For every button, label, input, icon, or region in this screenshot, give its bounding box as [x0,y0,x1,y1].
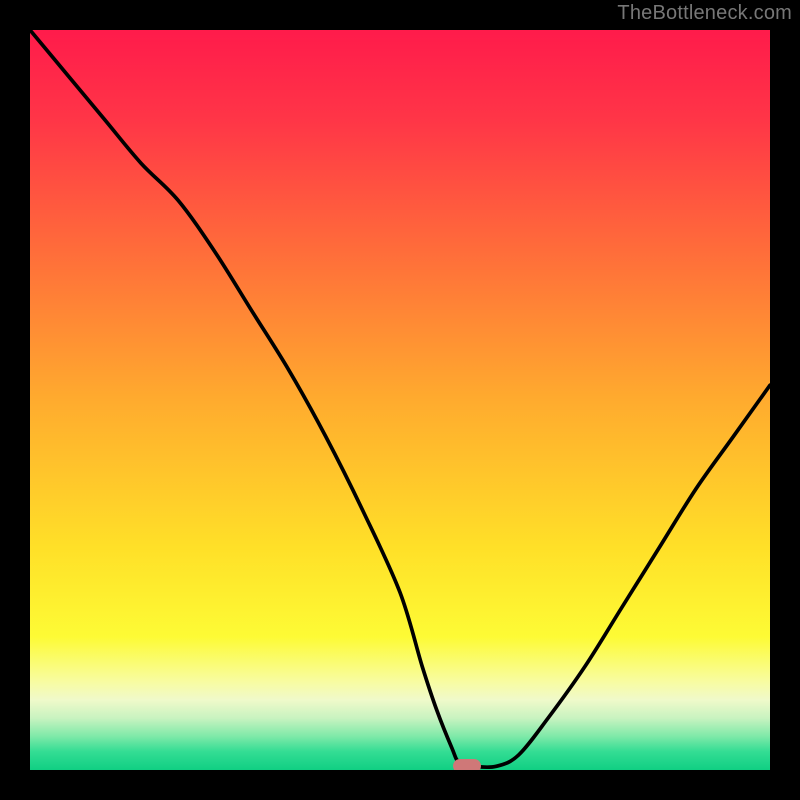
optimal-marker [453,759,481,770]
watermark-label: TheBottleneck.com [617,2,792,25]
plot-area [30,30,770,770]
bottleneck-curve [30,30,770,770]
chart-frame: TheBottleneck.com [0,0,800,800]
